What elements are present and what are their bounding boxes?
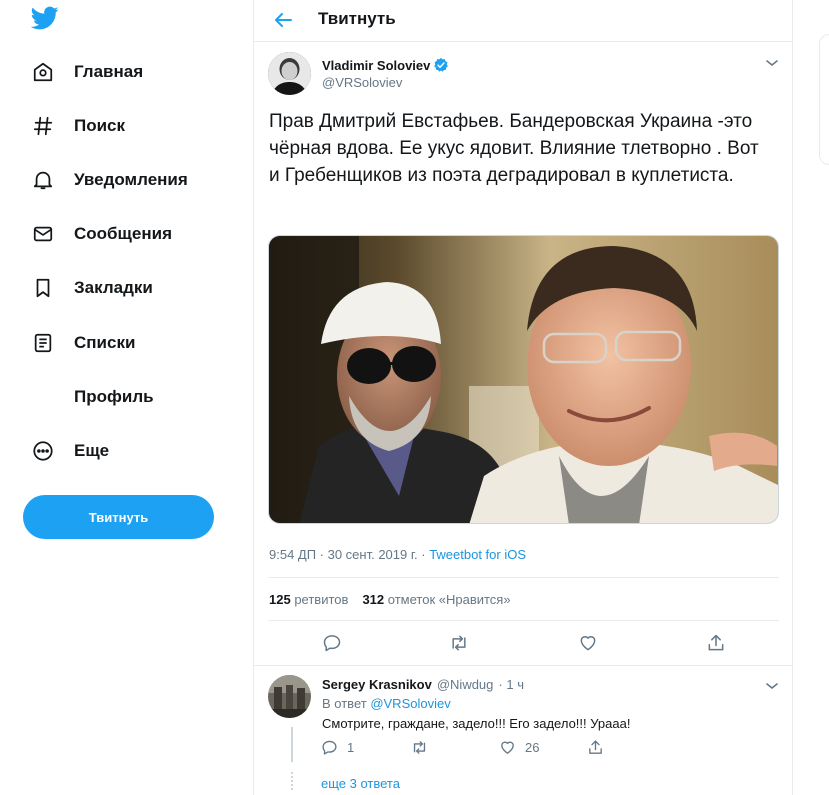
in-reply-handle-link[interactable]: @VRSoloviev: [370, 696, 450, 711]
retweet-button[interactable]: [448, 632, 470, 654]
reply-retweet-button[interactable]: [411, 739, 428, 756]
nav-label: Закладки: [74, 278, 153, 297]
nav-label: Еще: [74, 441, 110, 460]
reply-icon: [323, 635, 341, 652]
envelope-icon: [30, 221, 56, 247]
nav-label: Сообщения: [74, 224, 172, 243]
retweet-icon: [452, 635, 466, 651]
author-name[interactable]: Vladimir Soloviev: [322, 57, 449, 73]
nav-item-notifications[interactable]: Уведомления: [30, 165, 188, 195]
reply-author-name: Sergey Krasnikov: [322, 677, 432, 692]
home-icon: [30, 59, 56, 85]
right-sidebar-card: [819, 34, 829, 165]
like-button[interactable]: [577, 632, 599, 654]
nav-label: Уведомления: [74, 170, 188, 189]
tweet-meta: 9:54 ДП · 30 сент. 2019 г. · Tweetbot fo…: [269, 547, 526, 562]
avatar[interactable]: [268, 52, 311, 95]
tweet-photo[interactable]: [268, 235, 779, 524]
likes-label[interactable]: отметок «Нравится»: [388, 592, 511, 607]
nav-item-profile[interactable]: Профиль: [30, 382, 154, 412]
more-icon: [30, 438, 56, 464]
author-handle: @VRSoloviev: [322, 75, 403, 90]
compose-tweet-button[interactable]: Твитнуть: [23, 495, 214, 539]
heart-icon: [501, 741, 514, 754]
divider: [254, 665, 793, 666]
tweet-timestamp[interactable]: 9:54 ДП · 30 сент. 2019 г. ·: [269, 547, 429, 562]
reply-reply-button[interactable]: 1: [321, 739, 354, 756]
tweet-source-link[interactable]: Tweetbot for iOS: [429, 547, 526, 562]
retweets-label[interactable]: ретвитов: [294, 592, 348, 607]
likes-count[interactable]: 312: [362, 592, 384, 607]
reply-reply-count: 1: [347, 740, 355, 755]
nav-label: Главная: [74, 62, 144, 81]
in-reply-to: В ответ @VRSoloviev: [322, 696, 451, 711]
chevron-down-icon[interactable]: [765, 58, 779, 68]
reply-like-button[interactable]: 26: [499, 739, 539, 756]
hashtag-icon: [30, 113, 56, 139]
nav-label: Списки: [74, 333, 136, 352]
share-icon: [708, 634, 724, 651]
chevron-down-icon[interactable]: [765, 681, 779, 691]
nav-label: Профиль: [74, 387, 154, 406]
thread-line: [291, 727, 293, 762]
retweet-icon: [413, 741, 426, 754]
back-arrow-icon[interactable]: [271, 8, 295, 32]
bell-icon: [30, 167, 56, 193]
twitter-logo-icon[interactable]: [30, 4, 60, 32]
reply-text: Смотрите, граждане, задело!!! Его задело…: [322, 716, 631, 731]
main-column: Твитнуть Vladimir Soloviev @VRSoloviev П…: [253, 0, 793, 795]
tweet-stats: 125 ретвитов 312 отметок «Нравится»: [269, 592, 511, 607]
heart-icon: [580, 636, 596, 651]
reply-time[interactable]: · 1 ч: [498, 677, 524, 692]
nav-item-bookmarks[interactable]: Закладки: [30, 273, 153, 303]
reply-author[interactable]: Sergey Krasnikov @Niwdug · 1 ч: [322, 677, 524, 692]
reply-button[interactable]: [321, 632, 343, 654]
nav-item-messages[interactable]: Сообщения: [30, 219, 172, 249]
divider: [268, 577, 779, 578]
nav-item-lists[interactable]: Списки: [30, 328, 135, 358]
in-reply-prefix: В ответ: [322, 696, 371, 711]
verified-badge-icon: [434, 58, 449, 72]
reply-author-handle: @Niwdug: [436, 677, 494, 692]
list-icon: [30, 330, 56, 356]
retweets-count[interactable]: 125: [269, 592, 291, 607]
page-title: Твитнуть: [318, 9, 396, 28]
share-button[interactable]: [705, 632, 727, 654]
thread-dots: [291, 772, 293, 792]
sidebar: Главная Поиск Уведомления Сообщения Закл…: [0, 0, 253, 795]
reply-share-button[interactable]: [587, 739, 604, 756]
reply-avatar[interactable]: [268, 675, 311, 718]
bookmark-icon: [30, 275, 56, 301]
divider: [268, 620, 779, 621]
reply-icon: [322, 740, 337, 755]
reply-like-count: 26: [525, 740, 540, 755]
show-more-replies-link[interactable]: еще 3 ответа: [321, 776, 400, 791]
share-icon: [589, 740, 602, 754]
nav-label: Поиск: [74, 116, 126, 135]
profile-icon: [30, 384, 56, 410]
nav-item-explore[interactable]: Поиск: [30, 111, 125, 141]
nav-item-home[interactable]: Главная: [30, 57, 143, 87]
nav-item-more[interactable]: Еще: [30, 436, 109, 466]
page-header: Твитнуть: [254, 0, 793, 42]
tweet-text: Прав Дмитрий Евстафьев. Бандеровская Укр…: [269, 111, 759, 186]
author-name-text: Vladimir Soloviev: [322, 57, 431, 73]
